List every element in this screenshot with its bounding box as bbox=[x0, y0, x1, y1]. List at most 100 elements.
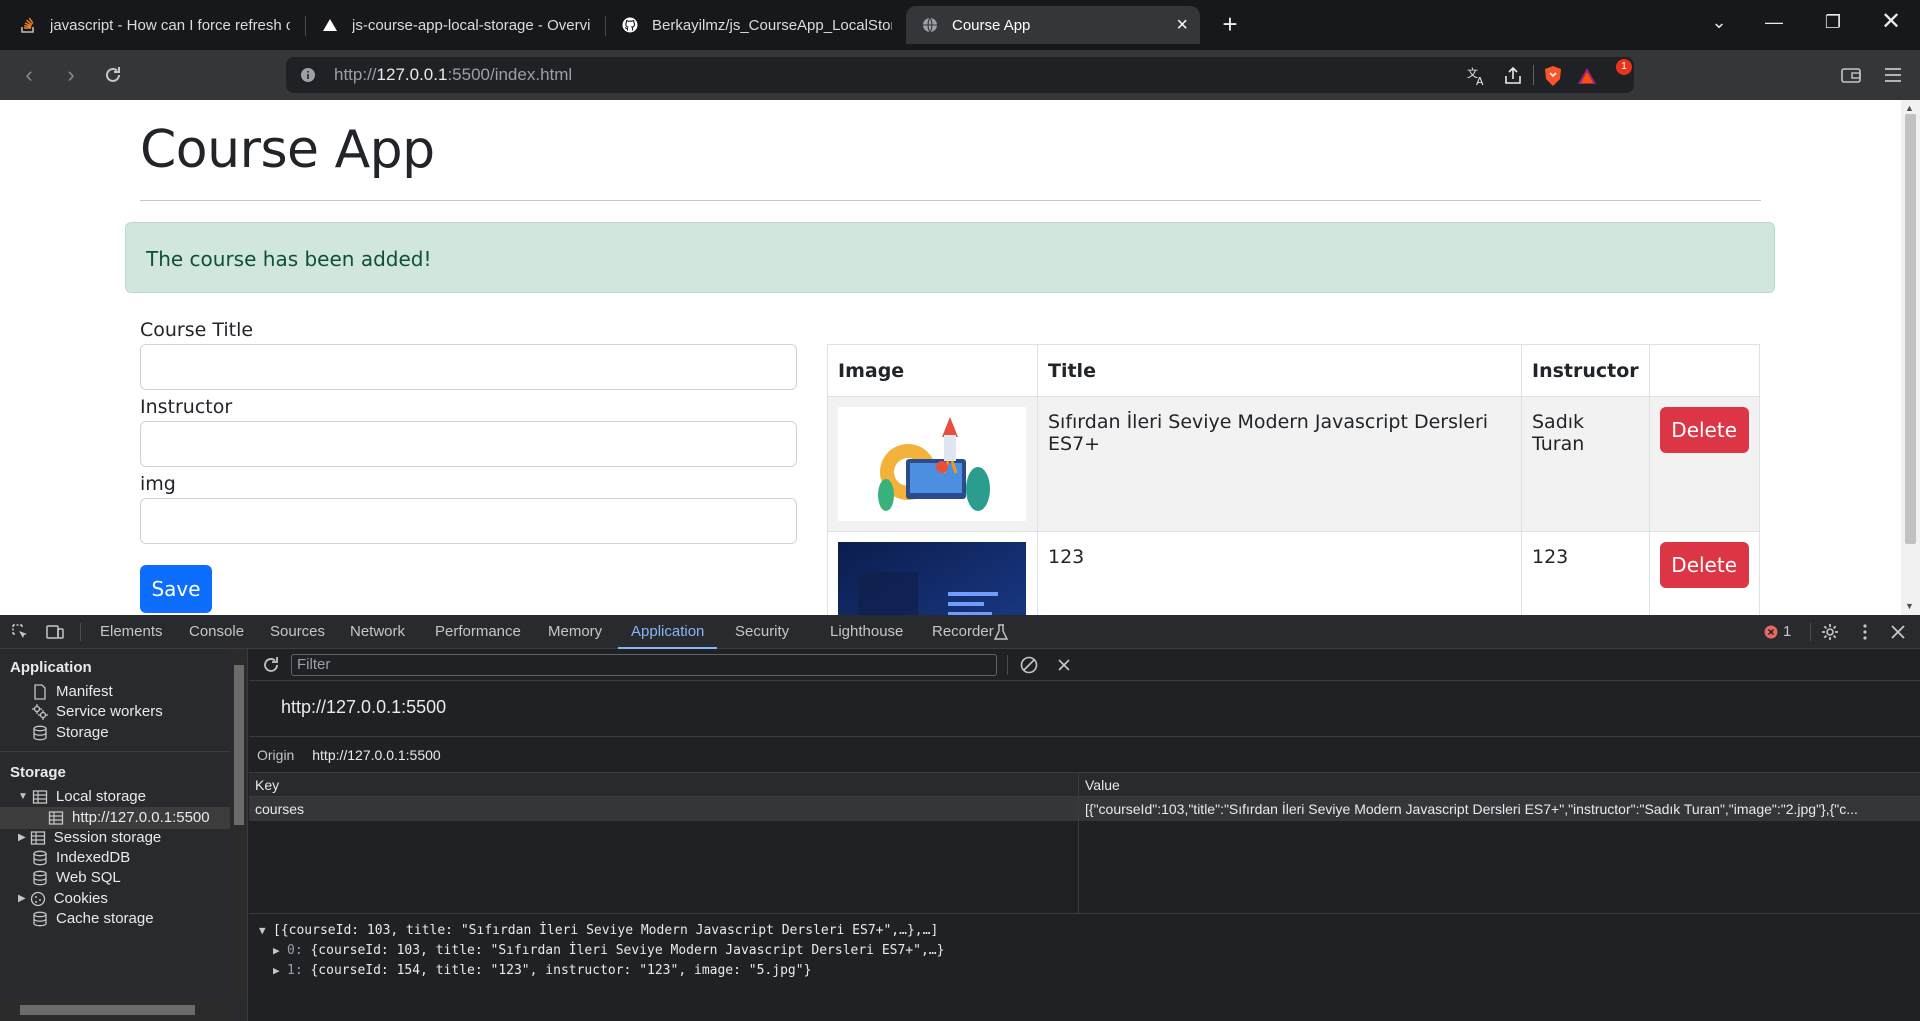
url-scheme: http:// bbox=[334, 65, 377, 84]
preview-root-text: [{courseId: 103, title: "Sıfırdan İleri … bbox=[273, 923, 939, 938]
tab-network[interactable]: Network bbox=[350, 615, 405, 649]
title-divider bbox=[140, 200, 1761, 201]
translate-icon[interactable]: 文A bbox=[1466, 65, 1488, 87]
storage-key-cell[interactable]: courses bbox=[249, 797, 1078, 821]
tab-strip: javascript - How can I force refresh o j… bbox=[0, 0, 1920, 50]
close-window-button[interactable]: ✕ bbox=[1871, 6, 1911, 38]
course-title-input[interactable] bbox=[140, 344, 797, 390]
sidebar-item-manifest[interactable]: Manifest bbox=[32, 683, 113, 700]
tab-performance[interactable]: Performance bbox=[435, 615, 521, 649]
tab-github[interactable]: Berkayilmz/js_CourseApp_LocalStora bbox=[606, 6, 904, 44]
preview-root[interactable]: ▼ [{courseId: 103, title: "Sıfırdan İleri… bbox=[259, 921, 1910, 941]
clear-all-icon[interactable] bbox=[1019, 655, 1039, 675]
reload-icon bbox=[106, 67, 120, 82]
expanded-arrow-icon[interactable]: ▼ bbox=[18, 791, 28, 802]
table-row: Sıfırdan İleri Seviye Modern Javascript … bbox=[827, 396, 1761, 532]
sidebar-item-label: Session storage bbox=[53, 829, 162, 846]
new-tab-button[interactable]: + bbox=[1215, 8, 1245, 40]
sidebar-item-cache-storage[interactable]: Cache storage bbox=[32, 910, 154, 927]
forward-button[interactable]: › bbox=[56, 60, 86, 90]
delete-button[interactable]: Delete bbox=[1659, 542, 1749, 588]
device-toolbar-icon[interactable] bbox=[45, 622, 65, 642]
tab-course-app[interactable]: Course App × bbox=[906, 6, 1200, 44]
preview-item-1[interactable]: ▶ 1: {courseId: 154, title: "123", instru… bbox=[259, 961, 1910, 981]
tab-sources[interactable]: Sources bbox=[270, 615, 325, 649]
site-info-icon[interactable] bbox=[300, 67, 316, 83]
sidebar-item-local-storage[interactable]: ▼ Local storage bbox=[18, 788, 146, 805]
tab-search-icon[interactable]: ⌄ bbox=[1699, 6, 1739, 38]
address-bar[interactable]: http://127.0.0.1:5500/index.html 文A 1 bbox=[286, 57, 1634, 93]
tab-security[interactable]: Security bbox=[735, 615, 789, 649]
sidebar-horizontal-scrollbar[interactable] bbox=[0, 999, 230, 1021]
error-icon[interactable] bbox=[1763, 622, 1779, 642]
scroll-down-icon[interactable]: ▼ bbox=[1905, 601, 1914, 611]
course-table: Image Title Instructor Sıfırdan İleri Se… bbox=[827, 344, 1761, 615]
expanded-arrow-icon[interactable]: ▼ bbox=[259, 921, 273, 941]
vercel-icon bbox=[323, 19, 337, 31]
tab-lighthouse[interactable]: Lighthouse bbox=[830, 615, 903, 649]
tab-elements[interactable]: Elements bbox=[100, 615, 163, 649]
sidebar-item-storage[interactable]: Storage bbox=[32, 724, 109, 741]
key-column-header[interactable]: Key bbox=[249, 773, 1078, 797]
course-instructor-cell: 123 bbox=[1521, 531, 1650, 615]
value-column-header[interactable]: Value bbox=[1079, 773, 1920, 797]
svg-text:A: A bbox=[1476, 75, 1484, 87]
sidebar-scrollbar-thumb[interactable] bbox=[234, 665, 244, 825]
preview-item-0[interactable]: ▶ 0: {courseId: 103, title: "Sıfırdan İle… bbox=[259, 941, 1910, 961]
table-row: 123 123 Delete bbox=[827, 531, 1761, 615]
page-scrollbar-thumb[interactable] bbox=[1905, 114, 1916, 544]
sidebar-header-application: Application bbox=[10, 659, 92, 676]
tab-memory[interactable]: Memory bbox=[548, 615, 602, 649]
reload-button[interactable] bbox=[98, 60, 128, 90]
sidebar-item-cookies[interactable]: ▶ Cookies bbox=[18, 890, 108, 907]
collapsed-arrow-icon[interactable]: ▶ bbox=[273, 961, 287, 981]
sidebar-item-label: Service workers bbox=[56, 703, 163, 720]
delete-button[interactable]: Delete bbox=[1659, 407, 1749, 453]
collapsed-arrow-icon[interactable]: ▶ bbox=[18, 893, 26, 904]
sidebar-item-websql[interactable]: Web SQL bbox=[32, 869, 121, 886]
tab-console[interactable]: Console bbox=[189, 615, 244, 649]
sidebar-item-service-workers[interactable]: Service workers bbox=[32, 703, 163, 720]
refresh-icon[interactable] bbox=[261, 655, 281, 675]
settings-gear-icon[interactable] bbox=[1820, 622, 1840, 642]
devtools-panel: Elements Console Sources Network Perform… bbox=[0, 615, 1920, 1021]
scroll-up-icon[interactable]: ▲ bbox=[1905, 103, 1914, 113]
more-options-icon[interactable] bbox=[1855, 622, 1875, 642]
save-button[interactable]: Save bbox=[140, 565, 212, 613]
collapsed-arrow-icon[interactable]: ▶ bbox=[273, 941, 287, 961]
storage-value-cell[interactable]: [{"courseId":103,"title":"Sıfırdan İleri… bbox=[1079, 797, 1920, 821]
sidebar-scrollbar[interactable] bbox=[230, 649, 247, 999]
tab-vercel[interactable]: js-course-app-local-storage - Overvi bbox=[306, 6, 604, 44]
filter-input[interactable]: Filter bbox=[291, 654, 997, 676]
close-tab-icon[interactable]: × bbox=[1176, 15, 1188, 35]
tab-application[interactable]: Application bbox=[618, 615, 718, 649]
instructor-input[interactable] bbox=[140, 421, 797, 467]
tab-stackoverflow[interactable]: javascript - How can I force refresh o bbox=[4, 6, 302, 44]
collapsed-arrow-icon[interactable]: ▶ bbox=[18, 832, 26, 843]
delete-selected-icon[interactable] bbox=[1055, 656, 1073, 674]
minimize-button[interactable]: — bbox=[1754, 6, 1794, 38]
wallet-icon[interactable] bbox=[1840, 64, 1862, 86]
storage-toolbar: Filter bbox=[249, 649, 1920, 681]
browser-window: javascript - How can I force refresh o j… bbox=[0, 0, 1920, 1021]
rewards-badge: 1 bbox=[1616, 59, 1632, 75]
page-scrollbar[interactable]: ▲ ▼ bbox=[1901, 100, 1920, 615]
database-icon bbox=[33, 870, 47, 885]
sidebar-item-indexeddb[interactable]: IndexedDB bbox=[32, 849, 130, 866]
restore-button[interactable]: ❐ bbox=[1813, 6, 1853, 38]
share-icon[interactable] bbox=[1502, 65, 1524, 87]
close-devtools-icon[interactable] bbox=[1888, 622, 1908, 642]
error-count[interactable]: 1 bbox=[1783, 615, 1791, 649]
img-input[interactable] bbox=[140, 498, 797, 544]
brave-shields-icon[interactable] bbox=[1542, 65, 1564, 87]
brave-rewards-icon[interactable] bbox=[1576, 65, 1598, 87]
menu-icon[interactable] bbox=[1882, 64, 1904, 86]
tab-recorder[interactable]: Recorder bbox=[932, 615, 994, 649]
inspect-element-icon[interactable] bbox=[10, 622, 30, 642]
sidebar-item-local-origin[interactable]: http://127.0.0.1:5500 bbox=[48, 809, 210, 826]
sidebar-item-session-storage[interactable]: ▶ Session storage bbox=[18, 829, 161, 846]
sidebar-horizontal-thumb[interactable] bbox=[20, 1005, 195, 1015]
back-button[interactable]: ‹ bbox=[14, 60, 44, 90]
toolbar-divider bbox=[80, 623, 81, 641]
course-image-cell bbox=[827, 396, 1038, 532]
